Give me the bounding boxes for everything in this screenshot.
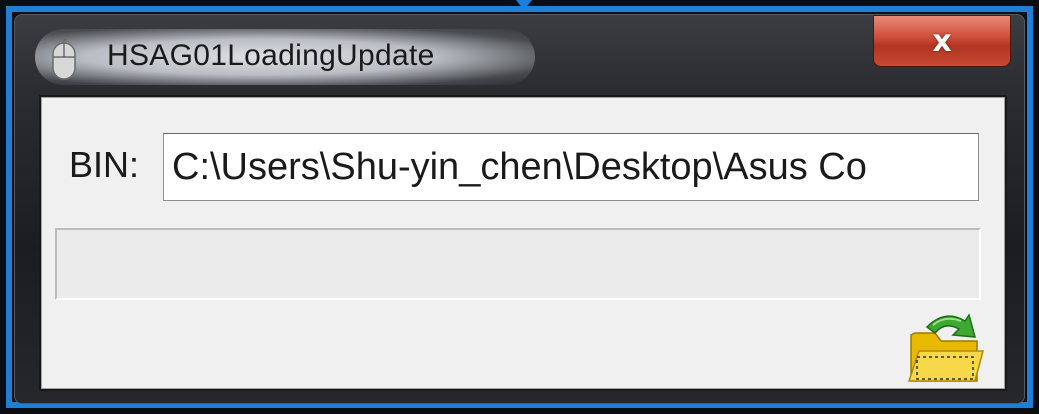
mouse-icon [52,39,76,80]
titlebar[interactable]: HSAG01LoadingUpdate x [15,15,1024,93]
dialog-body: BIN: [39,95,1007,391]
pointer-notch [516,0,532,10]
close-icon: x [932,23,952,59]
app-window: HSAG01LoadingUpdate x BIN: [14,14,1025,404]
close-button[interactable]: x [873,15,1011,67]
progress-bar [55,228,981,300]
screenshot-frame: HSAG01LoadingUpdate x BIN: [0,0,1039,414]
bin-label: BIN: [69,144,140,185]
window-title: HSAG01LoadingUpdate [107,39,435,72]
bin-path-input[interactable] [163,133,979,201]
open-folder-icon[interactable] [905,307,985,387]
